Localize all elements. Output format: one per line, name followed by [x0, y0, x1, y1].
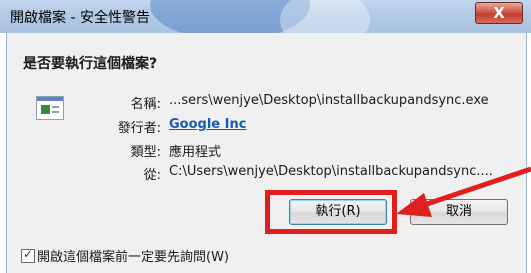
annotation-arrow — [396, 166, 531, 217]
annotation-arrow-shaft — [417, 166, 531, 210]
annotation-arrow-head — [396, 193, 432, 217]
